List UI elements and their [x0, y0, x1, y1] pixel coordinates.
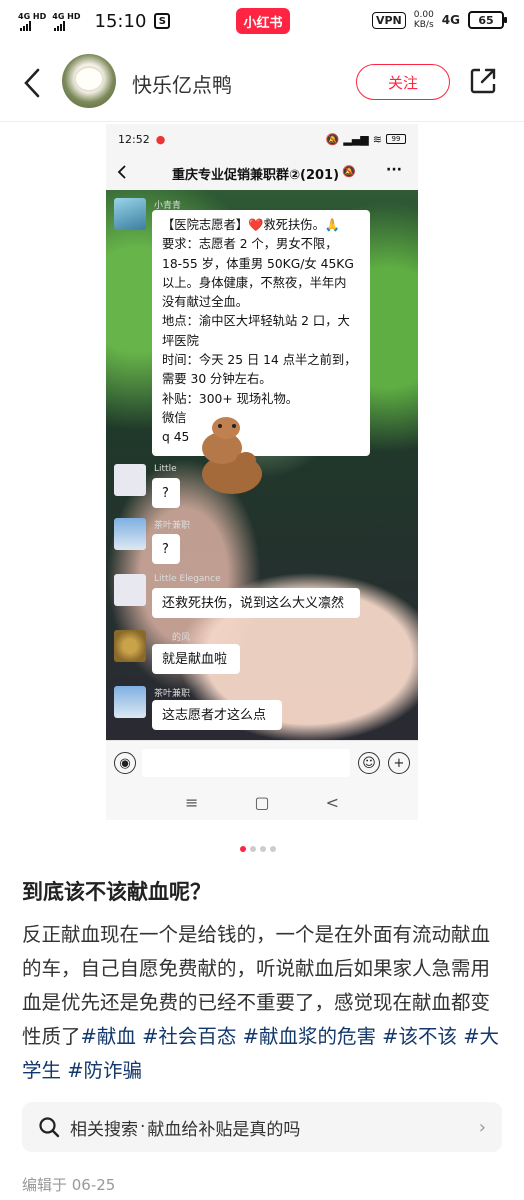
chat-message: 这志愿者才这么点	[152, 700, 282, 730]
related-search-bar[interactable]: 相关搜索 · 献血给补贴是真的吗 ›	[22, 1102, 502, 1152]
voice-icon: ◉	[114, 752, 136, 774]
capybara-sticker	[202, 417, 262, 494]
author-name[interactable]: 快乐亿点鸭	[132, 69, 232, 98]
battery-icon: 99	[386, 134, 406, 144]
mute-icon: 🔕	[342, 165, 356, 178]
signal-icon: ▂▄▆	[343, 132, 369, 146]
hashtag-link[interactable]: #社会百态	[142, 1025, 236, 1048]
carousel-indicator	[240, 846, 276, 852]
chat-message: ?	[152, 534, 180, 564]
home-icon: ▢	[254, 792, 270, 812]
wifi-icon: ≋	[372, 132, 382, 146]
image-status-right: 🔕 ▂▄▆ ≋ 99	[326, 133, 406, 146]
carousel-dot	[260, 846, 266, 852]
sender-avatar	[114, 630, 146, 662]
edit-date: 编辑于 06-25	[22, 1176, 116, 1194]
sender-name: 茶叶兼职	[154, 521, 191, 531]
network-label-a: 4G HD	[18, 11, 47, 21]
search-icon	[39, 1117, 60, 1138]
message-line: 需要 30 分钟左右。	[162, 372, 272, 387]
image-status-time: 12:52	[118, 132, 150, 146]
status-time: 15:10	[94, 10, 147, 32]
back-icon[interactable]	[18, 66, 46, 100]
hashtag-link[interactable]: #防诈骗	[67, 1059, 142, 1082]
network-indicator-b: 4G HD	[52, 11, 81, 31]
hashtag-link[interactable]: #该不该	[382, 1025, 457, 1048]
chevron-right-icon: ›	[478, 1116, 486, 1138]
sender-avatar	[114, 518, 146, 550]
message-line: 18-55 岁，体重男 50KG/女 45KG	[162, 256, 354, 271]
post-title: 到底该不该献血呢？	[22, 880, 211, 904]
share-icon[interactable]	[468, 66, 498, 96]
message-line: 没有献过全血。	[162, 295, 249, 310]
back-icon	[117, 165, 126, 179]
post-image[interactable]: 12:52 ● 🔕 ▂▄▆ ≋ 99 重庆专业促销兼职群②(201) 🔕 ···…	[106, 124, 418, 820]
chat-message: 还救死扶伤，说到这么大义凛然	[152, 588, 360, 618]
notification-icon: ●	[155, 132, 166, 146]
menu-icon: ≡	[185, 792, 199, 812]
status-right: VPN 0.00 KB/s 4G 65	[371, 10, 507, 30]
hashtag-link[interactable]: #献血	[81, 1025, 136, 1048]
speed-unit: KB/s	[413, 20, 434, 30]
sender-avatar	[114, 574, 146, 606]
more-icon: ···	[386, 162, 402, 178]
brand-logo: 小红书	[236, 8, 290, 34]
battery-icon: 65	[468, 11, 507, 29]
related-search-prefix: 相关搜索	[70, 1119, 138, 1140]
add-icon: +	[388, 752, 410, 774]
image-status-bar: 12:52 ● 🔕 ▂▄▆ ≋ 99	[106, 124, 418, 154]
signal-icon	[54, 20, 80, 31]
post-body: 反正献血现在一个是给钱的，一个是在外面有流动献血的车，自己自愿免费献的，听说献血…	[22, 918, 508, 1088]
back-nav-icon: <	[325, 792, 339, 812]
chat-message: ?	[152, 478, 180, 508]
emoji-icon: ☺	[358, 752, 380, 774]
chat-input-bar: ◉ ☺ +	[106, 740, 418, 784]
carousel-dot	[250, 846, 256, 852]
message-line: 地点：渝中区大坪轻轨站 2 口，大	[162, 314, 350, 329]
carousel-dot-active	[240, 846, 246, 852]
chat-title-bar: 重庆专业促销兼职群②(201) 🔕 ···	[106, 154, 418, 190]
related-search-separator: ·	[140, 1117, 146, 1137]
hashtag-link[interactable]: #献血浆的危害	[243, 1025, 376, 1048]
chat-input-field	[142, 749, 350, 777]
carousel-dot	[270, 846, 276, 852]
post-header: 快乐亿点鸭 关注	[0, 42, 524, 122]
chat-message: 就是献血啦	[152, 644, 240, 674]
message-line: 要求：志愿者 2 个，男女不限，	[162, 237, 338, 252]
follow-button[interactable]: 关注	[356, 64, 450, 100]
chat-background: 小青青 【医院志愿者】❤️救死扶伤。🙏 要求：志愿者 2 个，男女不限， 18-…	[106, 190, 418, 740]
related-search-query: 献血给补贴是真的吗	[147, 1119, 301, 1140]
app-notification-icon: S	[154, 13, 171, 29]
chat-title: 重庆专业促销兼职群②(201)	[172, 168, 340, 183]
sender-avatar	[114, 198, 146, 230]
image-nav-bar: ≡ ▢ <	[106, 784, 418, 820]
mute-icon: 🔕	[325, 132, 340, 146]
message-line: 【医院志愿者】❤️救死扶伤。🙏	[162, 218, 341, 232]
sender-name: 的风	[172, 633, 191, 643]
network-type: 4G	[441, 13, 460, 27]
message-line: 坪医院	[162, 333, 199, 348]
message-line: 时间：今天 25 日 14 点半之前到，	[162, 353, 357, 368]
sender-name: 茶叶兼职	[154, 689, 191, 699]
message-line: 补贴：300+ 现场礼物。	[162, 391, 299, 406]
sender-avatar	[114, 686, 146, 718]
network-indicator-a: 4G HD	[18, 12, 46, 31]
sender-name: Little	[154, 464, 177, 474]
message-line: 以上。身体健康，不熬夜，半年内	[162, 275, 347, 290]
network-label-b: 4G HD	[52, 11, 81, 21]
signal-icon	[20, 20, 46, 31]
network-speed: 0.00 KB/s	[414, 10, 434, 30]
sender-avatar	[114, 464, 146, 496]
sender-name: Little Elegance	[154, 574, 221, 584]
author-avatar[interactable]	[62, 54, 116, 108]
vpn-icon: VPN	[371, 11, 406, 29]
speed-value: 0.00	[413, 10, 434, 20]
